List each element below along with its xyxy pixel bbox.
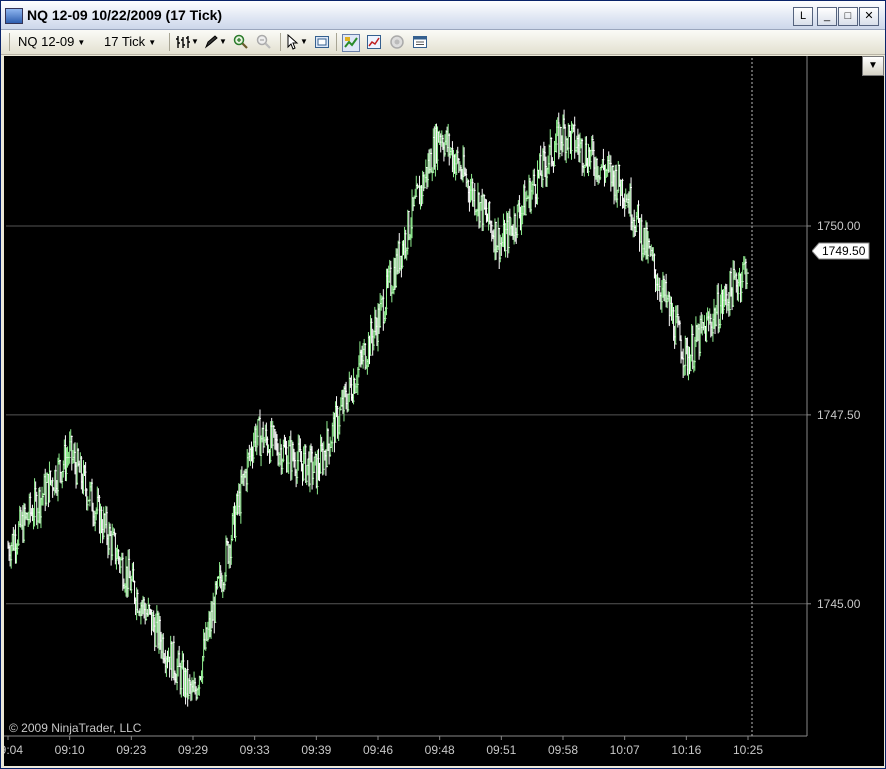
chart-toolbar: NQ 12-09 ▼ 17 Tick ▼ ▼ ▼ ▼ [1,30,885,55]
crosshair-icon[interactable] [314,34,330,50]
x-tick-label: 09:10 [55,743,85,757]
current-price-label: 1749.50 [822,244,866,258]
chart-app-icon [5,8,23,24]
chart-scroll-button[interactable]: ▼ [862,56,884,76]
instrument-label: NQ 12-09 [18,34,75,49]
chart-canvas: 1745.00 1747.50 1750.00 09:04 09:10 09:23 09:2… [4,56,861,757]
chevron-down-icon[interactable]: ▼ [219,34,227,50]
chevron-down-icon: ▼ [77,37,86,47]
x-tick-label: 10:16 [671,743,701,757]
x-tick-label: 09:51 [486,743,516,757]
strategies-icon[interactable] [389,34,405,50]
x-tick-label: 09:48 [425,743,455,757]
zoom-out-icon[interactable] [256,34,272,50]
x-tick-label: 09:33 [240,743,270,757]
drawing-pencil-icon[interactable] [203,34,219,50]
data-box-icon[interactable] [342,34,360,52]
interval-selector[interactable]: 17 Tick ▼ [104,33,156,51]
toolbar-separator [169,33,170,51]
x-tick-label: 10:25 [733,743,763,757]
chevron-down-icon: ▼ [148,37,157,47]
toolbar-separator [336,33,337,51]
title-bar[interactable]: NQ 12-09 10/22/2009 (17 Tick) L _ □ ✕ [1,1,885,30]
x-tick-label: 09:46 [363,743,393,757]
bar-type-icon[interactable] [175,34,191,50]
cursor-pointer-icon[interactable] [285,33,301,50]
properties-icon[interactable] [412,34,428,50]
x-tick-label: 10:07 [610,743,640,757]
zoom-in-icon[interactable] [233,34,249,50]
maximize-button[interactable]: □ [838,7,858,26]
x-tick-label: 09:58 [548,743,578,757]
y-tick-label: 1750.00 [817,219,861,233]
x-tick-label: 09:23 [116,743,146,757]
current-price-marker: 1749.50 [812,242,870,260]
interval-label: 17 Tick [104,34,146,49]
instrument-selector[interactable]: NQ 12-09 ▼ [18,33,85,51]
x-tick-label: 09:39 [301,743,331,757]
x-tick-label: 09:29 [178,743,208,757]
x-tick-label: 09:04 [4,743,23,757]
chart-window: NQ 12-09 10/22/2009 (17 Tick) L _ □ ✕ NQ… [0,0,886,769]
minimize-button[interactable]: _ [817,7,837,26]
copyright-text: © 2009 NinjaTrader, LLC [9,721,142,735]
window-title: NQ 12-09 10/22/2009 (17 Tick) [27,7,223,23]
indicators-icon[interactable] [366,34,382,50]
y-tick-label: 1745.00 [817,597,861,611]
close-button[interactable]: ✕ [859,7,879,26]
layout-button[interactable]: L [793,7,813,26]
toolbar-grip [9,33,10,51]
y-tick-label: 1747.50 [817,408,861,422]
toolbar-separator [280,33,281,51]
chevron-down-icon[interactable]: ▼ [191,34,199,50]
chevron-down-icon[interactable]: ▼ [300,34,308,50]
price-chart[interactable]: 1745.00 1747.50 1750.00 09:04 09:10 09:23 09:2… [4,56,884,766]
